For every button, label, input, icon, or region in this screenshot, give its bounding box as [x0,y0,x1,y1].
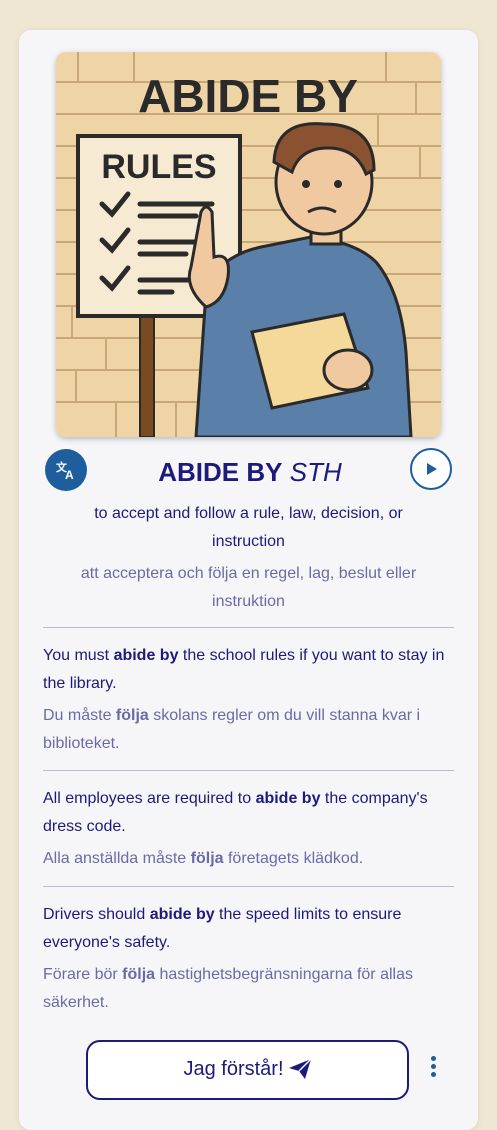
example-2-translation-highlight: följa [190,850,224,867]
example-1-english: You must abide by the school rules if yo… [43,647,445,692]
translate-icon: 文 A [56,460,74,481]
understand-button[interactable]: Jag förstår! [86,1040,409,1100]
translate-button[interactable]: 文 A [45,449,87,491]
divider [43,886,454,887]
example-3-highlight: abide by [149,906,215,923]
example-2-highlight: abide by [255,790,321,807]
more-vertical-icon [430,1056,436,1061]
play-audio-button[interactable] [410,448,452,490]
definition-swedish: att acceptera och följa en regel, lag, b… [80,565,417,610]
headword-object: STH [289,457,342,487]
example-2-english: All employees are required to abide by t… [43,790,428,835]
divider [43,770,454,771]
example-1-highlight: abide by [113,647,179,664]
illustration-sign-text: RULES [101,148,216,186]
example-3-swedish: Förare bör följa hastighetsbegränsningar… [43,966,413,1011]
example-1-swedish: Du måste följa skolans regler om du vill… [43,707,421,752]
example-1-translation-highlight: följa [115,707,149,724]
example-2-swedish: Alla anställda måste följa företagets kl… [43,850,364,867]
word-illustration: ABIDE BY RULES [56,52,441,437]
play-icon [427,463,437,475]
definition-english: to accept and follow a rule, law, decisi… [94,505,403,550]
headword-phrase: ABIDE BY [158,457,283,487]
illustration-banner-text: ABIDE BY [138,70,358,122]
understand-button-label: Jag förstår! [183,1058,284,1080]
headword: ABIDE BY STH [95,455,405,489]
example-3-english: Drivers should abide by the speed limits… [43,906,402,951]
paper-plane-icon [288,1058,312,1079]
svg-text:A: A [65,468,74,481]
divider [43,627,454,628]
example-3-translation-highlight: följa [122,966,156,983]
more-options-button[interactable] [426,1056,440,1078]
